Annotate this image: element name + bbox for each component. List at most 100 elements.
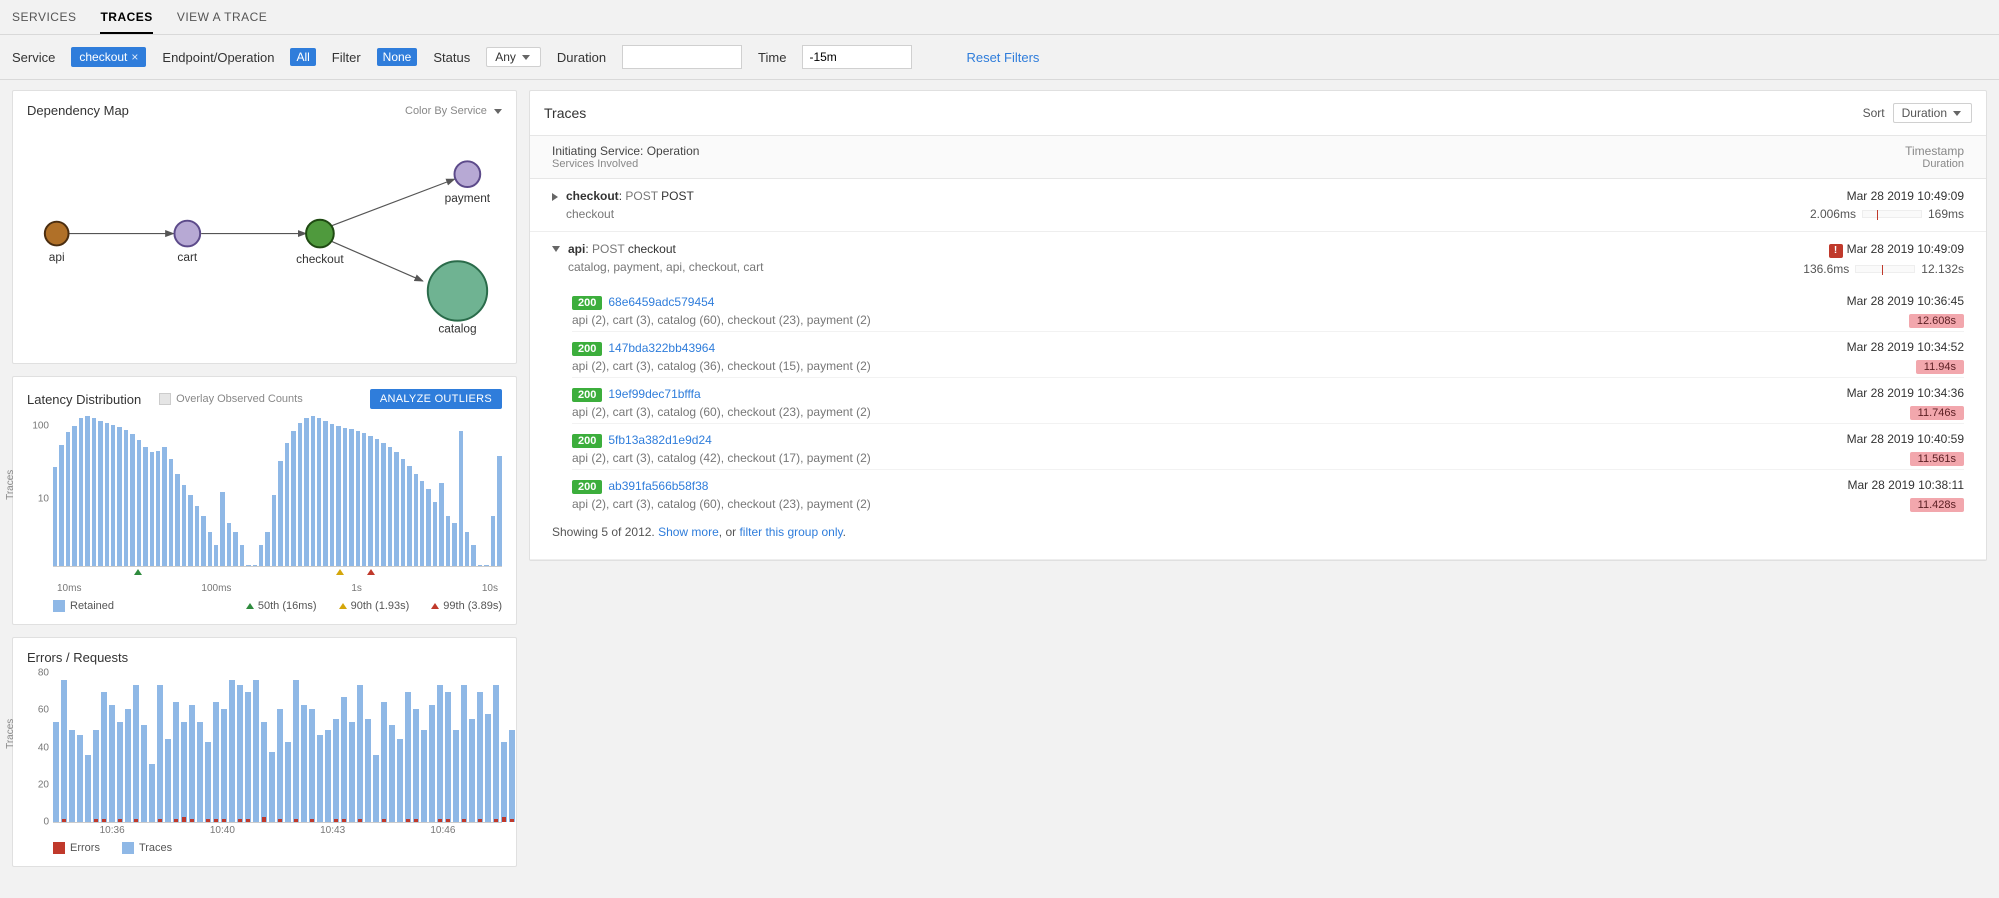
bar [214,545,218,566]
bar [105,423,109,566]
filter-group-link[interactable]: filter this group only [739,525,842,539]
errors-chart[interactable]: Traces 80 60 40 20 0 10:36 10:40 10:43 1… [27,673,502,854]
trace-ts: Mar 28 2019 10:36:45 [1847,294,1964,308]
error-bar [358,819,362,822]
time-label: Time [758,50,786,65]
bar [162,447,166,566]
error-bar [438,819,442,822]
trace-id-link[interactable]: 147bda322bb43964 [608,341,715,355]
collapse-icon[interactable] [552,246,560,252]
trace-services: api (2), cart (3), catalog (36), checkou… [572,359,871,373]
bar [439,483,443,566]
trace-id-link[interactable]: 68e6459adc579454 [608,295,714,309]
overlay-toggle[interactable]: Overlay Observed Counts [159,393,303,405]
tab-traces[interactable]: TRACES [100,6,152,34]
service-chip-text: checkout [79,50,127,64]
bar [253,680,259,822]
error-bar [190,819,194,822]
tab-view-a-trace[interactable]: VIEW A TRACE [177,6,267,34]
error-bar [334,819,338,822]
bar [471,545,475,566]
bar [453,730,459,822]
colorby-value: Service [450,105,487,117]
bar [357,685,363,822]
trace-id-link[interactable]: ab391fa566b58f38 [608,479,708,493]
expand-icon[interactable] [552,193,558,201]
bar [59,445,63,566]
bar [137,440,141,566]
latency-chart[interactable]: Traces 100 10 10ms 100ms 1s 10s Re [27,417,502,612]
trace-id-link[interactable]: 19ef99dec71bfffa [608,387,700,401]
bar [497,456,501,566]
bar [269,752,275,822]
duration-label: Duration [557,50,606,65]
error-bar [406,819,410,822]
reset-filters-link[interactable]: Reset Filters [966,50,1039,65]
bar [317,418,321,566]
trace-op: POST [625,189,657,203]
sort-select[interactable]: Duration [1893,103,1972,123]
bar [477,692,483,822]
bar [413,709,419,822]
bar [233,532,237,566]
trace-path: checkout [628,242,676,256]
duration-input[interactable] [622,45,742,69]
endpoint-chip[interactable]: All [290,48,315,66]
trace-row: 2005fb13a382d1e9d24api (2), cart (3), ca… [572,423,1964,469]
analyze-outliers-button[interactable]: ANALYZE OUTLIERS [370,389,502,409]
trace-id-link[interactable]: 5fb13a382d1e9d24 [608,433,711,447]
bar [125,709,131,822]
show-more-link[interactable]: Show more [658,525,719,539]
error-bar [238,819,242,822]
error-bar [462,819,466,822]
bar [175,474,179,566]
tab-services[interactable]: SERVICES [12,6,76,34]
bar [227,523,231,566]
bar [484,565,488,566]
bar [375,439,379,566]
dependency-map-canvas[interactable]: api cart checkout payment [27,126,502,351]
trace-group: api: POST checkout catalog, payment, api… [530,232,1986,560]
bar [61,680,67,822]
trace-group: checkout: POST POST checkout Mar 28 2019… [530,179,1986,232]
svg-text:cart: cart [177,250,197,264]
service-chip[interactable]: checkout × [71,47,146,67]
error-bar [94,819,98,822]
node-cart[interactable]: cart [174,221,200,265]
error-bar [310,819,314,822]
colorby-label: Color By [405,105,447,117]
endpoint-label: Endpoint/Operation [162,50,274,65]
time-input[interactable] [802,45,912,69]
node-catalog[interactable]: catalog [428,261,487,335]
bar [405,692,411,822]
bar [421,730,427,822]
trace-involved: catalog, payment, api, checkout, cart [568,260,763,274]
y-axis-title: Traces [5,469,16,499]
bar [373,755,379,822]
filter-chip[interactable]: None [377,48,418,66]
node-payment[interactable]: payment [445,161,491,205]
duration-pill: 11.428s [1910,498,1964,512]
node-api[interactable]: api [45,222,69,265]
bar [341,697,347,822]
bar [401,459,405,566]
bar [459,431,463,566]
error-bar [278,819,282,822]
p90-label: 90th (1.93s) [351,600,410,612]
colorby-control[interactable]: Color By Service [405,105,502,117]
duration-pill: 12.608s [1909,314,1964,328]
bar [485,714,491,822]
bar [298,423,302,566]
latency-distribution-panel: Latency Distribution Overlay Observed Co… [12,376,517,625]
bar [53,467,57,566]
trace-row: 200ab391fa566b58f38api (2), cart (3), ca… [572,469,1964,515]
trace-services: api (2), cart (3), catalog (60), checkou… [572,313,871,327]
bar [365,719,371,822]
sort-label: Sort [1863,106,1885,120]
close-icon[interactable]: × [131,50,138,64]
status-select[interactable]: Any [486,47,541,67]
errors-requests-panel: Errors / Requests Traces 80 60 40 20 0 1… [12,637,517,867]
bar [69,730,75,822]
duration-pill: 11.746s [1910,406,1964,420]
node-checkout[interactable]: checkout [296,220,344,267]
